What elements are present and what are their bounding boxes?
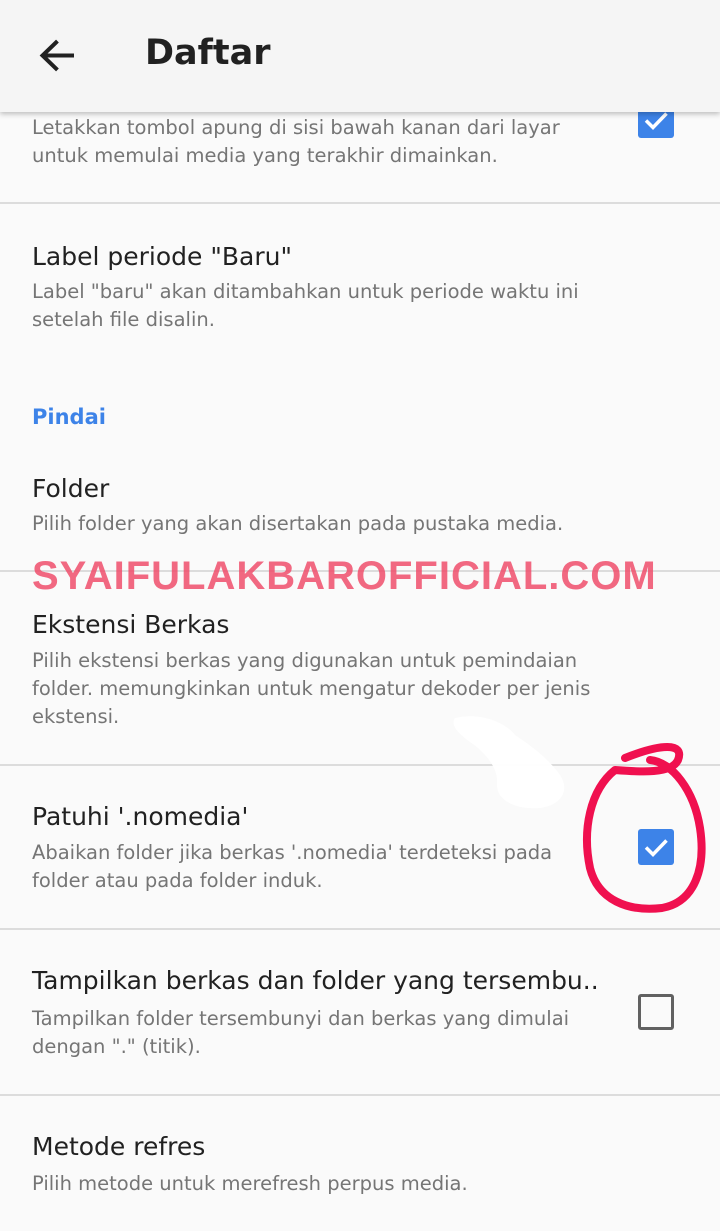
- pref-summary: Pilih ekstensi berkas yang digunakan unt…: [32, 649, 591, 728]
- pref-summary: Pilih folder yang akan disertakan pada p…: [32, 512, 564, 535]
- pref-summary: Label "baru" akan ditambahkan untuk peri…: [32, 280, 579, 331]
- pref-nomedia[interactable]: Patuhi '.nomedia' Abaikan folder jika be…: [0, 766, 720, 928]
- hidden-files-checkbox[interactable]: [638, 994, 674, 1030]
- pref-title: Patuhi '.nomedia': [32, 802, 249, 831]
- app-bar: Daftar: [0, 0, 720, 112]
- pref-title: Ekstensi Berkas: [32, 610, 230, 639]
- pref-title: Tampilkan berkas dan folder yang tersemb…: [32, 966, 599, 995]
- pref-summary: Abaikan folder jika berkas '.nomedia' te…: [32, 841, 553, 892]
- check-icon: [644, 839, 668, 857]
- pref-title: Metode refres: [32, 1132, 206, 1161]
- pref-extensions[interactable]: Ekstensi Berkas Pilih ekstensi berkas ya…: [0, 572, 720, 764]
- back-button[interactable]: [32, 32, 80, 80]
- watermark-text: SYAIFULAKBAROFFICIAL.COM: [32, 554, 657, 598]
- pref-hidden-files[interactable]: Tampilkan berkas dan folder yang tersemb…: [0, 930, 720, 1092]
- pref-summary: Letakkan tombol apung di sisi bawah kana…: [32, 116, 560, 167]
- preference-list: Letakkan tombol apung di sisi bawah kana…: [0, 0, 720, 1231]
- page-title: Daftar: [145, 33, 271, 73]
- pref-title: Folder: [32, 474, 110, 503]
- pref-folder[interactable]: Folder Pilih folder yang akan disertakan…: [0, 450, 720, 570]
- pref-title: Label periode "Baru": [32, 242, 292, 271]
- pref-new-label[interactable]: Label periode "Baru" Label "baru" akan d…: [0, 204, 720, 354]
- nomedia-checkbox[interactable]: [638, 829, 674, 865]
- category-header-scan: Pindai: [32, 405, 106, 429]
- arrow-back-icon: [39, 39, 74, 72]
- pref-refresh-method[interactable]: Metode refres Pilih metode untuk merefre…: [0, 1096, 720, 1231]
- pref-summary: Pilih metode untuk merefresh perpus medi…: [32, 1172, 468, 1195]
- pref-summary: Tampilkan folder tersembunyi dan berkas …: [32, 1007, 570, 1058]
